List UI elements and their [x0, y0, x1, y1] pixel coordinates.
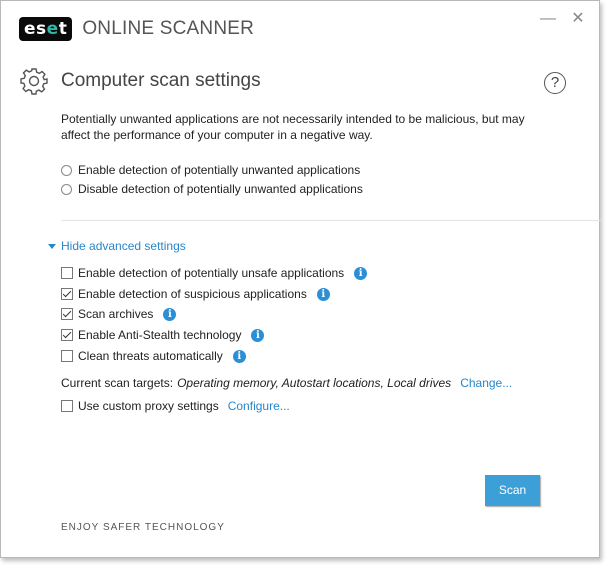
gear-icon	[20, 68, 48, 95]
info-icon[interactable]: i	[316, 287, 330, 301]
advanced-toggle-label: Hide advanced settings	[61, 239, 186, 253]
checkbox-custom-proxy[interactable]	[61, 400, 73, 412]
page-title: Computer scan settings	[61, 70, 261, 91]
info-icon[interactable]: i	[232, 349, 246, 363]
minimize-button[interactable]: —	[538, 9, 558, 29]
radio-label: Enable detection of potentially unwanted…	[78, 163, 361, 177]
radio-disable-pua[interactable]: Disable detection of potentially unwante…	[61, 182, 363, 196]
radio-label: Disable detection of potentially unwante…	[78, 182, 363, 196]
checkbox-suspicious-apps[interactable]	[61, 288, 73, 300]
info-icon[interactable]: i	[354, 266, 368, 280]
app-title: ONLINE SCANNER	[82, 18, 255, 39]
proxy-label: Use custom proxy settings	[78, 399, 219, 413]
info-icon[interactable]: i	[251, 328, 265, 342]
radio-icon[interactable]	[61, 164, 72, 176]
info-icon[interactable]: i	[163, 307, 177, 321]
radio-icon[interactable]	[61, 183, 72, 195]
help-button[interactable]: ?	[544, 72, 566, 94]
divider	[61, 220, 601, 221]
radio-enable-pua[interactable]: Enable detection of potentially unwanted…	[61, 163, 360, 177]
option-label: Clean threats automatically	[78, 349, 223, 363]
pua-description: Potentially unwanted applications are no…	[61, 112, 525, 142]
checkbox-unsafe-apps[interactable]	[61, 267, 73, 279]
scan-button[interactable]: Scan	[485, 475, 540, 506]
scan-targets-row: Current scan targets: Operating memory, …	[61, 376, 512, 390]
eset-logo: eset ONLINE SCANNER	[19, 16, 254, 42]
option-label: Enable detection of potentially unsafe a…	[78, 266, 345, 280]
checkbox-clean-threats[interactable]	[61, 350, 73, 362]
option-label: Scan archives	[78, 307, 154, 321]
eset-logo-mark: eset	[19, 17, 73, 41]
proxy-row[interactable]: Use custom proxy settings Configure...	[61, 399, 290, 413]
checkbox-anti-stealth[interactable]	[61, 329, 73, 341]
option-label: Enable Anti-Stealth technology	[78, 328, 242, 342]
option-clean-threats[interactable]: Clean threats automatically i	[61, 349, 246, 363]
close-button[interactable]: ✕	[568, 9, 588, 29]
change-targets-link[interactable]: Change...	[460, 376, 512, 390]
scanner-window: eset ONLINE SCANNER — ✕ Computer scan se…	[0, 0, 601, 558]
scan-targets-value: Operating memory, Autostart locations, L…	[177, 376, 452, 390]
configure-proxy-link[interactable]: Configure...	[228, 399, 290, 413]
triangle-down-icon	[48, 243, 56, 249]
footer-tagline: ENJOY SAFER TECHNOLOGY	[61, 522, 225, 533]
option-scan-archives[interactable]: Scan archives i	[61, 307, 177, 321]
option-label: Enable detection of suspicious applicati…	[78, 287, 307, 301]
scan-targets-label: Current scan targets:	[61, 376, 174, 390]
option-anti-stealth[interactable]: Enable Anti-Stealth technology i	[61, 328, 265, 342]
option-unsafe-apps[interactable]: Enable detection of potentially unsafe a…	[61, 266, 368, 280]
section-header: Computer scan settings	[19, 65, 261, 97]
hide-advanced-settings-link[interactable]: Hide advanced settings	[48, 239, 186, 253]
checkbox-scan-archives[interactable]	[61, 308, 73, 320]
option-suspicious-apps[interactable]: Enable detection of suspicious applicati…	[61, 287, 330, 301]
